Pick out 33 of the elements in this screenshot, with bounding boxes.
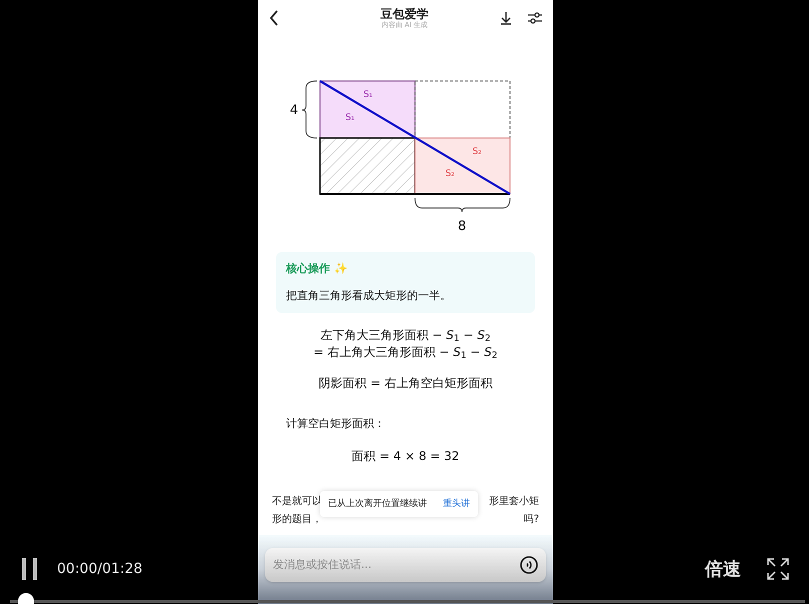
bottom-label: 8	[458, 219, 466, 234]
pause-icon	[21, 558, 39, 580]
equation: = 右上角大三角形面积 − S$_{1}$ − S$_{2}$	[314, 344, 498, 361]
pause-button[interactable]	[20, 557, 40, 581]
equation: 阴影面积 = 右上角空白矩形面积	[318, 375, 492, 392]
step-label: 计算空白矩形面积：	[286, 416, 386, 432]
restart-link[interactable]: 重头讲	[443, 496, 470, 510]
fullscreen-icon[interactable]	[767, 558, 789, 580]
area-label: S₁	[345, 113, 355, 123]
text-fragment: 形里套小矩	[489, 494, 539, 508]
playback-time: 00:00/01:28	[57, 560, 142, 578]
area-label: S₂	[472, 147, 482, 157]
app-title: 豆包爱学	[380, 6, 428, 20]
voice-icon[interactable]	[520, 556, 538, 574]
text-fragment: 吗?	[524, 512, 539, 526]
progress-thumb[interactable]	[18, 593, 34, 604]
sparkle-emoji: ✨	[334, 261, 348, 277]
download-icon[interactable]	[499, 11, 513, 25]
area-label: S₁	[363, 90, 373, 100]
side-label: 4	[290, 103, 298, 118]
text-fragment: 形的题目，	[272, 512, 322, 526]
speed-button[interactable]: 倍速	[705, 556, 741, 582]
result-equation: 面积 = 4 × 8 = 32	[352, 448, 460, 464]
back-icon[interactable]	[268, 10, 280, 26]
callout-title: 核心操作	[286, 261, 330, 277]
toast-text: 已从上次离开位置继续讲	[328, 498, 427, 510]
equation: 左下角大三角形面积 − S$_{1}$ − S$_{2}$	[320, 327, 491, 344]
progress-track[interactable]	[10, 600, 805, 603]
settings-icon[interactable]	[527, 11, 543, 25]
callout-text: 把直角三角形看成大矩形的一半。	[286, 288, 452, 304]
area-label: S₂	[445, 169, 455, 179]
left-brace	[302, 80, 318, 138]
message-input[interactable]: 发消息或按住说话...	[265, 548, 546, 582]
